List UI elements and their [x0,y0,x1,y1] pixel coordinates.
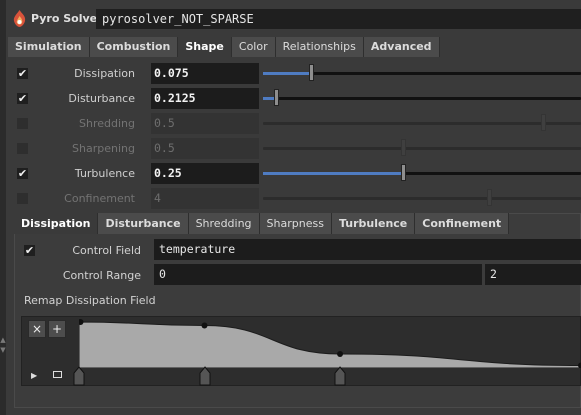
sharpening-slider-handle[interactable] [401,139,406,156]
param-row-sharpening: Sharpening 0.5 [6,136,581,161]
confinement-slider[interactable] [263,189,581,206]
sharpening-label: Sharpening [72,142,135,155]
disturbance-value-field[interactable]: 0.2125 [151,88,259,109]
param-row-disturbance: ✔ Disturbance 0.2125 [6,86,581,111]
subtab-disturbance[interactable]: Disturbance [98,213,189,234]
dissipation-value-field[interactable]: 0.075 [151,63,259,84]
dissipation-slider[interactable] [263,64,581,81]
control-range-max-input[interactable]: 2 [485,264,581,285]
turbulence-slider-handle[interactable] [401,164,406,181]
param-row-turbulence: ✔ Turbulence 0.25 [6,161,581,186]
param-row-shredding: Shredding 0.5 [6,111,581,136]
subtab-turbulence[interactable]: Turbulence [331,213,416,234]
tab-combustion[interactable]: Combustion [89,37,179,57]
fit-view-icon[interactable] [53,371,62,378]
sharpening-value-field[interactable]: 0.5 [151,138,259,159]
subtab-confinement[interactable]: Confinement [415,213,510,234]
confinement-label: Confinement [64,192,135,205]
param-row-confinement: Confinement 4 [6,186,581,211]
checkmark-icon: ✔ [17,67,28,80]
shredding-label: Shredding [79,117,135,130]
control-range-label: Control Range [62,269,141,282]
tab-advanced[interactable]: Advanced [363,37,440,57]
control-range-min-input[interactable]: 0 [154,264,482,285]
dissipation-checkbox[interactable]: ✔ [17,68,28,79]
confinement-checkbox[interactable] [17,193,28,204]
turbulence-slider[interactable] [263,164,581,181]
tab-shape[interactable]: Shape [178,37,232,57]
plus-icon: + [51,322,63,336]
node-name-field[interactable]: pyrosolver_NOT_SPARSE [96,9,581,29]
collapse-up-icon[interactable]: ▲ [0,336,6,344]
sharpening-checkbox[interactable] [17,143,28,154]
main-tab-bar: Simulation Combustion Shape Color Relationsh… [8,37,440,57]
shredding-checkbox[interactable] [17,118,28,129]
delete-point-button[interactable]: × [28,320,46,338]
ramp-key-handle-2[interactable] [334,366,346,386]
ramp-curve-graph[interactable] [79,318,581,368]
param-row-dissipation: ✔ Dissipation 0.075 [6,61,581,86]
close-icon: × [31,322,43,336]
parameter-header: Pyro Solver pyrosolver_NOT_SPARSE [6,6,581,32]
tab-simulation[interactable]: Simulation [8,37,90,57]
control-field-label: Control Field [72,244,141,257]
dissipation-label: Dissipation [74,67,135,80]
ramp-key-handle-1[interactable] [199,366,211,386]
add-point-button[interactable]: + [48,320,66,338]
confinement-value-field[interactable]: 4 [151,188,259,209]
checkmark-icon: ✔ [17,92,28,105]
tab-relationships[interactable]: Relationships [275,37,364,57]
checkmark-icon: ✔ [17,167,28,180]
dissipation-slider-handle[interactable] [309,64,314,81]
play-icon[interactable]: ▶ [31,371,37,380]
disturbance-label: Disturbance [68,92,135,105]
subtab-shredding[interactable]: Shredding [188,213,260,234]
ramp-curve-fill [79,321,581,368]
shredding-value-field[interactable]: 0.5 [151,113,259,134]
shredding-slider-handle[interactable] [541,114,546,131]
subtab-sharpness[interactable]: Sharpness [259,213,332,234]
turbulence-slider-fill [263,172,403,175]
shredding-slider[interactable] [263,114,581,131]
sub-tab-bar: Dissipation Disturbance Shredding Sharpness… [14,213,510,234]
collapse-down-icon[interactable]: ▼ [0,346,6,354]
ramp-key-handle-0[interactable] [73,366,85,386]
ramp-point-2[interactable] [337,351,344,357]
confinement-slider-handle[interactable] [487,189,492,206]
turbulence-value-field[interactable]: 0.25 [151,163,259,184]
pyro-solver-node-icon [13,10,26,27]
disturbance-checkbox[interactable]: ✔ [17,93,28,104]
checkmark-icon: ✔ [24,244,35,257]
sharpening-slider[interactable] [263,139,581,156]
node-type-label: Pyro Solver [31,12,103,25]
control-field-input[interactable]: temperature [154,239,581,260]
disturbance-slider-handle[interactable] [274,89,279,106]
tab-color[interactable]: Color [231,37,276,57]
dissipation-slider-fill [263,72,311,75]
ramp-label: Remap Dissipation Field [24,294,156,307]
disturbance-slider[interactable] [263,89,581,106]
turbulence-label: Turbulence [74,167,135,180]
turbulence-checkbox[interactable]: ✔ [17,168,28,179]
subtab-dissipation[interactable]: Dissipation [14,213,99,234]
ramp-point-1[interactable] [201,322,208,329]
control-field-checkbox[interactable]: ✔ [24,245,35,256]
